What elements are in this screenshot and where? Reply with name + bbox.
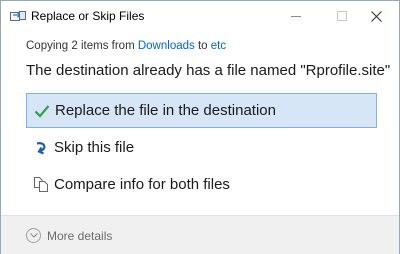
compare-files-option[interactable]: Compare info for both files — [26, 167, 377, 202]
replace-file-option[interactable]: Replace the file in the destination — [26, 93, 377, 128]
more-details-toggle[interactable]: More details — [26, 228, 112, 243]
replace-or-skip-dialog: Replace or Skip Files Copying 2 items fr… — [0, 0, 400, 254]
skip-arrow-icon — [32, 139, 50, 157]
dialog-footer: More details — [1, 215, 399, 254]
checkmark-icon — [33, 102, 51, 120]
close-button[interactable] — [353, 1, 399, 31]
conflict-heading: The destination already has a file named… — [26, 62, 391, 79]
replace-file-label: Replace the file in the destination — [55, 102, 276, 119]
skip-file-label: Skip this file — [54, 139, 135, 156]
skip-file-option[interactable]: Skip this file — [26, 130, 377, 165]
maximize-icon — [337, 11, 347, 21]
minimize-button[interactable] — [273, 1, 319, 31]
close-icon — [370, 10, 382, 22]
to-word: to — [197, 40, 208, 52]
source-folder-link[interactable]: Downloads — [138, 40, 195, 52]
copying-status: Copying 2 items from Downloads to etc — [26, 40, 226, 52]
title-bar[interactable]: Replace or Skip Files — [1, 1, 399, 31]
copying-prefix: Copying 2 items from — [26, 40, 135, 52]
more-details-label: More details — [47, 228, 113, 243]
compare-files-label: Compare info for both files — [54, 176, 230, 193]
compare-files-icon — [32, 176, 50, 194]
copy-files-icon — [10, 9, 26, 23]
window-title: Replace or Skip Files — [31, 9, 145, 23]
minimize-icon — [291, 15, 301, 17]
chevron-down-icon — [26, 228, 41, 243]
destination-folder-link[interactable]: etc — [211, 40, 226, 52]
